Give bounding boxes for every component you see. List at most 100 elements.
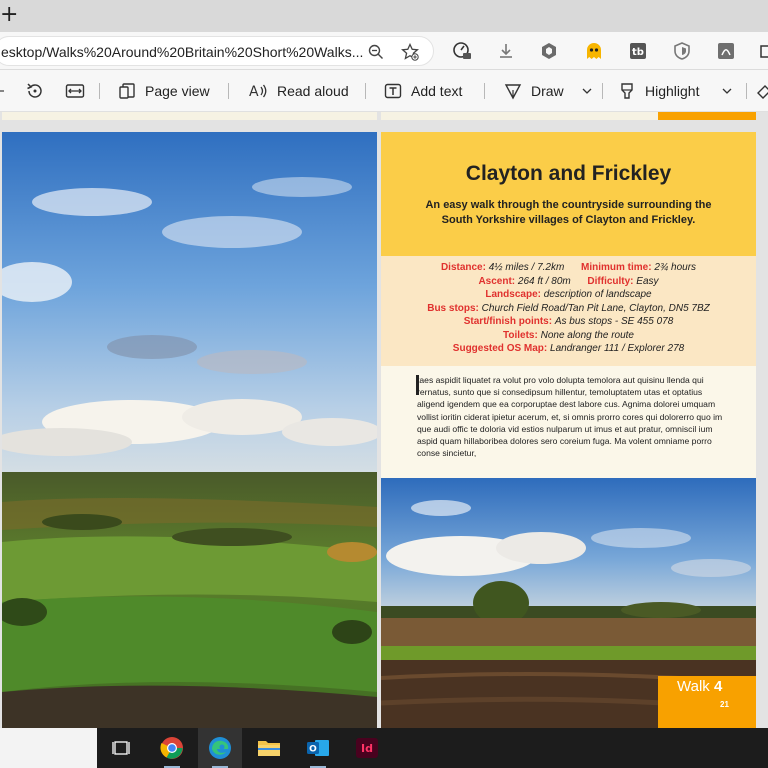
pdf-toolbar: Page view A Read aloud Add text Draw Hig…	[0, 70, 768, 112]
start-finish-label: Start/finish points:	[463, 316, 553, 327]
distance-value: 4½ miles / 7.2km	[488, 262, 565, 273]
read-aloud-label: Read aloud	[277, 83, 349, 99]
info-row-os-map: Suggested OS Map: Landranger 111 / Explo…	[381, 343, 756, 354]
bus-stops-value: Church Field Road/Tan Pit Lane, Clayton,…	[481, 302, 710, 314]
info-row-ascent: Ascent: 264 ft / 80m Difficulty: Easy	[381, 276, 756, 287]
fit-width-icon[interactable]	[64, 81, 86, 101]
task-view-button[interactable]	[99, 728, 143, 768]
page-number: 21	[720, 700, 729, 709]
read-aloud-icon: A	[249, 84, 267, 100]
outlook-button[interactable]: O	[296, 728, 340, 768]
min-time-value: 2¾ hours	[654, 262, 697, 273]
outlook-icon: O	[307, 740, 329, 756]
draw-button[interactable]: Draw	[504, 70, 564, 112]
eraser-icon[interactable]	[756, 81, 768, 101]
speed-icon[interactable]	[451, 40, 473, 62]
landscape-value: description of landscape	[543, 289, 652, 300]
indesign-icon: Id	[356, 738, 378, 758]
distance-label: Distance:	[440, 262, 486, 273]
toilets-label: Toilets:	[502, 329, 538, 341]
os-map-value: Landranger 111 / Explorer 278	[550, 343, 685, 354]
previous-page-tab	[658, 112, 756, 120]
cube-icon[interactable]	[538, 40, 560, 62]
url-text[interactable]: esktop/Walks%20Around%20Britain%20Short%…	[1, 44, 363, 60]
page-view-icon	[119, 83, 135, 99]
walk-label-text: Walk	[677, 678, 710, 695]
chrome-icon	[160, 737, 183, 759]
walk-subtitle: An easy walk through the countryside sur…	[425, 199, 712, 226]
shield-icon[interactable]	[671, 40, 693, 62]
address-bar[interactable]: esktop/Walks%20Around%20Britain%20Short%…	[0, 36, 434, 66]
walk-page: Clayton and Frickley An easy walk throug…	[381, 132, 756, 728]
draw-label: Draw	[531, 83, 564, 99]
toolbar-divider	[484, 83, 485, 99]
info-row-toilets: Toilets: None along the route	[381, 330, 756, 341]
address-bar-row: esktop/Walks%20Around%20Britain%20Short%…	[0, 32, 768, 70]
walk-body-text: taes aspidit liquatet ra volut pro volo …	[417, 375, 723, 459]
toolbar-divider	[365, 83, 366, 99]
rotate-icon[interactable]	[25, 81, 45, 101]
tb-icon[interactable]: tb	[627, 40, 649, 62]
puzzle-icon[interactable]	[757, 40, 768, 62]
highlight-chevron-down-icon[interactable]	[722, 86, 732, 96]
toolbar-divider	[746, 83, 747, 99]
difficulty-value: Easy	[636, 275, 659, 287]
bus-stops-label: Bus stops:	[427, 302, 479, 314]
draw-chevron-down-icon[interactable]	[582, 86, 592, 96]
outlook-letter: O	[309, 745, 317, 755]
indesign-button[interactable]: Id	[345, 728, 389, 768]
info-row-distance: Distance: 4½ miles / 7.2km Minimum time:…	[381, 262, 756, 273]
file-explorer-button[interactable]	[247, 728, 291, 768]
file-explorer-icon	[258, 741, 280, 756]
read-aloud-button[interactable]: A Read aloud	[248, 70, 349, 112]
toolbar-divider	[602, 83, 603, 99]
draw-icon	[504, 84, 522, 100]
ascent-label: Ascent:	[478, 275, 516, 287]
download-icon[interactable]	[495, 40, 517, 62]
landscape-photo-left	[2, 132, 377, 728]
indesign-letters: Id	[361, 742, 373, 755]
highlight-icon	[621, 83, 633, 99]
walk-label: Walk 4	[677, 678, 722, 695]
info-row-landscape: Landscape: description of landscape	[381, 289, 756, 300]
svg-text:tb: tb	[632, 47, 644, 58]
edge-button[interactable]	[198, 728, 242, 768]
add-text-label: Add text	[411, 83, 463, 99]
favorite-add-icon[interactable]	[400, 42, 420, 62]
title-panel: Clayton and Frickley An easy walk throug…	[381, 132, 756, 256]
task-view-icon	[112, 741, 130, 755]
pdf-icon[interactable]	[715, 40, 737, 62]
walk-title: Clayton and Frickley	[465, 162, 672, 185]
add-text-icon	[384, 83, 402, 99]
info-row-start-finish: Start/finish points: As bus stops - SE 4…	[381, 316, 756, 327]
walk-info-panel: Distance: 4½ miles / 7.2km Minimum time:…	[381, 256, 756, 366]
zoom-out-icon[interactable]	[367, 43, 385, 61]
toolbar-divider	[228, 83, 229, 99]
info-row-bus-stops: Bus stops: Church Field Road/Tan Pit Lan…	[381, 303, 756, 314]
previous-page-bottom-left	[2, 112, 377, 120]
highlight-label: Highlight	[645, 83, 700, 99]
pdf-document-area[interactable]: Clayton and Frickley An easy walk throug…	[0, 112, 768, 728]
edge-icon	[209, 737, 231, 759]
start-finish-value: As bus stops - SE 455 078	[554, 316, 674, 327]
difficulty-label: Difficulty:	[587, 275, 634, 287]
pacman-icon[interactable]	[583, 40, 605, 62]
add-text-button[interactable]: Add text	[384, 70, 462, 112]
landscape-label: Landscape:	[485, 289, 541, 300]
highlight-button[interactable]: Highlight	[618, 70, 699, 112]
walk-number: 4	[713, 678, 723, 695]
more-icon[interactable]	[0, 84, 6, 98]
new-tab-button[interactable]: +	[0, 3, 20, 27]
svg-text:A: A	[249, 84, 259, 100]
page-view-button[interactable]: Page view	[118, 70, 210, 112]
ascent-value: 264 ft / 80m	[517, 275, 571, 287]
taskbar-left-area	[0, 728, 97, 768]
tab-strip: +	[0, 0, 768, 32]
taskbar: O Id	[97, 728, 768, 768]
toilets-value: None along the route	[540, 329, 634, 341]
chrome-button[interactable]	[150, 728, 194, 768]
min-time-label: Minimum time:	[581, 262, 652, 273]
walk-number-tab: Walk 4 21	[658, 676, 756, 728]
toolbar-divider	[99, 83, 100, 99]
page-view-label: Page view	[145, 83, 210, 99]
